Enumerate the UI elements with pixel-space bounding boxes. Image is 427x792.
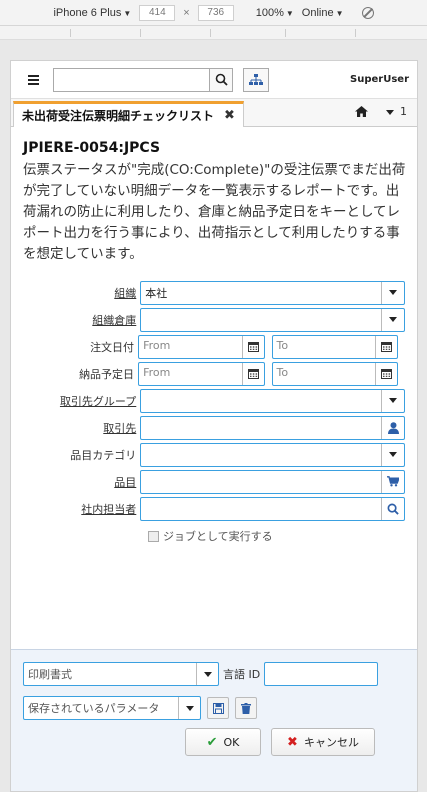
- close-icon[interactable]: ✖: [224, 108, 235, 123]
- row-sales-rep: 社内担当者: [23, 495, 405, 522]
- close-icon: ✖: [287, 734, 298, 750]
- cancel-button[interactable]: ✖ キャンセル: [271, 728, 375, 756]
- language-label: 言語 ID: [223, 668, 261, 681]
- ruler-strip: [0, 26, 427, 40]
- menu-icon[interactable]: [19, 68, 47, 92]
- bp-group-field[interactable]: [140, 388, 405, 413]
- tab-report[interactable]: 未出荷受注伝票明細チェックリスト ✖: [13, 101, 244, 127]
- cart-icon[interactable]: [381, 470, 404, 493]
- tab-list-dropdown[interactable]: 1: [386, 105, 407, 118]
- chevron-down-icon[interactable]: [381, 308, 404, 331]
- org-warehouse-field[interactable]: [140, 307, 405, 332]
- report-description: 伝票ステータスが"完成(CO:Complete)"の受注伝票でまだ出荷が完了して…: [23, 162, 406, 262]
- width-field[interactable]: 414: [139, 4, 176, 21]
- chevron-down-icon[interactable]: [381, 281, 404, 304]
- row-bpartner: 取引先: [23, 414, 405, 441]
- promised-date-label: 納品予定日: [79, 367, 135, 381]
- calendar-icon[interactable]: [241, 362, 264, 385]
- user-icon[interactable]: [381, 416, 404, 439]
- tab-label: 未出荷受注伝票明細チェックリスト: [22, 109, 215, 123]
- order-date-from[interactable]: From: [138, 334, 265, 359]
- row-order-date: 注文日付 From To: [23, 333, 405, 360]
- trash-icon[interactable]: [235, 697, 257, 719]
- org-label[interactable]: 組織: [23, 285, 140, 301]
- tab-tools: 1: [355, 105, 407, 118]
- org-field[interactable]: 本社: [140, 280, 405, 305]
- order-date-to[interactable]: To: [271, 334, 398, 359]
- report-content: JPIERE-0054:JPCS 伝票ステータスが"完成(CO:Complete…: [11, 127, 417, 544]
- bpartner-field[interactable]: [140, 415, 405, 440]
- saved-params-select[interactable]: 保存されているパラメータ: [23, 696, 201, 720]
- dialog-footer: 印刷書式 言語 ID 保存されているパラメータ ✔ OK ✖ キャンセル: [11, 649, 417, 791]
- calendar-icon[interactable]: [375, 362, 397, 385]
- home-icon[interactable]: [355, 106, 368, 117]
- row-product-category: 品目カテゴリ: [23, 441, 405, 468]
- calendar-icon[interactable]: [375, 335, 397, 358]
- save-icon[interactable]: [207, 697, 229, 719]
- run-as-job-label: ジョブとして実行する: [163, 530, 273, 543]
- bp-group-label[interactable]: 取引先グループ: [23, 393, 140, 409]
- chevron-down-icon[interactable]: [196, 663, 218, 685]
- device-select[interactable]: iPhone 6 Plus ▼: [53, 7, 131, 19]
- promised-date-to[interactable]: To: [271, 361, 398, 386]
- height-field[interactable]: 736: [197, 4, 234, 21]
- check-icon: ✔: [206, 734, 218, 750]
- org-warehouse-label[interactable]: 組織倉庫: [23, 312, 140, 328]
- footer-row-print: 印刷書式 言語 ID: [23, 660, 405, 688]
- sales-rep-label[interactable]: 社内担当者: [23, 501, 140, 517]
- search-icon[interactable]: [209, 67, 233, 92]
- sitemap-icon[interactable]: [243, 67, 269, 92]
- ok-button[interactable]: ✔ OK: [185, 728, 261, 756]
- tab-bar: 未出荷受注伝票明細チェックリスト ✖ 1: [11, 99, 417, 127]
- sales-rep-field[interactable]: [140, 496, 405, 521]
- chevron-down-icon[interactable]: [381, 389, 404, 412]
- chevron-down-icon[interactable]: [178, 697, 200, 719]
- times-label: ×: [183, 6, 190, 19]
- product-label[interactable]: 品目: [23, 474, 140, 490]
- run-as-job-checkbox[interactable]: [148, 530, 159, 542]
- row-org-warehouse: 組織倉庫: [23, 306, 405, 333]
- product-field[interactable]: [140, 469, 405, 494]
- language-id-field[interactable]: [264, 662, 379, 686]
- search-icon[interactable]: [381, 497, 404, 520]
- order-date-label: 注文日付: [90, 340, 135, 354]
- row-product: 品目: [23, 468, 405, 495]
- network-select[interactable]: Online ▼: [302, 7, 344, 19]
- product-category-field[interactable]: [140, 442, 405, 467]
- chevron-down-icon: [386, 110, 394, 115]
- zoom-select[interactable]: 100% ▼: [256, 7, 294, 19]
- app-window: SuperUser 未出荷受注伝票明細チェックリスト ✖ 1 JPIERE-00…: [10, 60, 418, 792]
- global-search: [53, 67, 233, 92]
- row-bp-group: 取引先グループ: [23, 387, 405, 414]
- run-as-job[interactable]: ジョブとして実行する: [148, 528, 405, 544]
- user-name[interactable]: SuperUser: [350, 74, 409, 85]
- report-title: JPIERE-0054:JPCS: [23, 140, 161, 156]
- calendar-icon[interactable]: [241, 335, 264, 358]
- search-input[interactable]: [53, 67, 209, 92]
- chevron-down-icon[interactable]: [381, 443, 404, 466]
- device-toolbar: iPhone 6 Plus ▼ 414 × 736 100% ▼ Online ▼: [0, 0, 427, 26]
- print-format-select[interactable]: 印刷書式: [23, 662, 219, 686]
- promised-date-from[interactable]: From: [138, 361, 265, 386]
- top-bar: SuperUser: [11, 61, 417, 99]
- row-org: 組織 本社: [23, 279, 405, 306]
- row-promised-date: 納品予定日 From To: [23, 360, 405, 387]
- bpartner-label[interactable]: 取引先: [23, 420, 140, 436]
- product-category-label: 品目カテゴリ: [70, 448, 137, 462]
- parameter-form: 組織 本社 組織倉庫 注文日付 From To 納品予定日 From To 取引…: [23, 279, 405, 544]
- rotate-icon[interactable]: [361, 6, 374, 19]
- footer-row-params: 保存されているパラメータ: [23, 694, 405, 722]
- footer-row-actions: ✔ OK ✖ キャンセル: [23, 728, 405, 756]
